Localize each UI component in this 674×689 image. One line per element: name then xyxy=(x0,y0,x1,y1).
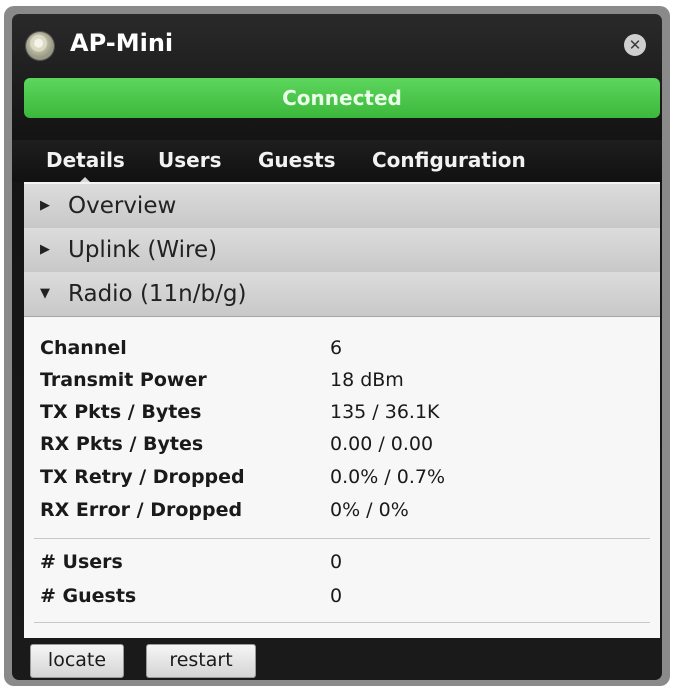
detail-value: 135 / 36.1K xyxy=(330,401,440,423)
device-name: AP-Mini xyxy=(70,29,174,57)
detail-key: Channel xyxy=(40,337,127,359)
detail-row: RX Pkts / Bytes 0.00 / 0.00 xyxy=(24,428,660,460)
count-key: # Users xyxy=(40,551,123,573)
count-value: 0 xyxy=(330,585,343,607)
detail-row: TX Pkts / Bytes 135 / 36.1K xyxy=(24,396,660,428)
section-overview[interactable]: ▶ Overview xyxy=(24,184,660,229)
detail-row: Channel 6 xyxy=(24,332,660,364)
detail-key: TX Retry / Dropped xyxy=(40,466,245,488)
detail-key: Transmit Power xyxy=(40,369,207,391)
detail-value: 0.00 / 0.00 xyxy=(330,433,434,455)
tab-users[interactable]: Users xyxy=(158,140,221,182)
detail-value: 18 dBm xyxy=(330,369,404,391)
connection-status: Connected xyxy=(24,78,660,118)
count-key: # Guests xyxy=(40,585,137,607)
restart-button[interactable]: restart xyxy=(146,644,256,678)
tab-bar: Details Users Guests Configuration xyxy=(12,140,662,184)
divider xyxy=(34,622,650,623)
count-value: 0 xyxy=(330,551,343,573)
device-status-icon xyxy=(26,32,54,60)
count-row: # Guests 0 xyxy=(24,580,660,612)
chevron-right-icon: ▶ xyxy=(40,198,50,213)
section-label: Radio (11n/b/g) xyxy=(68,281,247,307)
close-icon[interactable]: ✕ xyxy=(624,34,646,56)
tab-details[interactable]: Details xyxy=(46,140,125,184)
section-radio[interactable]: ▼ Radio (11n/b/g) xyxy=(24,272,660,317)
detail-key: RX Error / Dropped xyxy=(40,499,243,521)
tab-guests[interactable]: Guests xyxy=(258,140,336,182)
radio-details: Channel 6 Transmit Power 18 dBm TX Pkts … xyxy=(24,318,660,638)
section-label: Uplink (Wire) xyxy=(68,237,218,263)
detail-key: RX Pkts / Bytes xyxy=(40,433,204,455)
title-bar: AP-Mini ✕ xyxy=(12,14,662,76)
tab-configuration[interactable]: Configuration xyxy=(372,140,526,182)
detail-row: TX Retry / Dropped 0.0% / 0.7% xyxy=(24,461,660,493)
device-panel: AP-Mini ✕ Connected Details Users Guests… xyxy=(12,14,662,680)
count-row: # Users 0 xyxy=(24,546,660,578)
detail-row: Transmit Power 18 dBm xyxy=(24,364,660,396)
section-label: Overview xyxy=(68,193,177,219)
detail-value: 0.0% / 0.7% xyxy=(330,466,446,488)
divider xyxy=(34,538,650,539)
details-panel: ▶ Overview ▶ Uplink (Wire) ▼ Radio (11n/… xyxy=(24,182,660,638)
chevron-down-icon: ▼ xyxy=(40,286,50,301)
detail-value: 6 xyxy=(330,337,343,359)
locate-button[interactable]: locate xyxy=(30,644,124,678)
detail-row: RX Error / Dropped 0% / 0% xyxy=(24,494,660,526)
detail-key: TX Pkts / Bytes xyxy=(40,401,202,423)
chevron-right-icon: ▶ xyxy=(40,242,50,257)
section-uplink[interactable]: ▶ Uplink (Wire) xyxy=(24,228,660,273)
detail-value: 0% / 0% xyxy=(330,499,409,521)
